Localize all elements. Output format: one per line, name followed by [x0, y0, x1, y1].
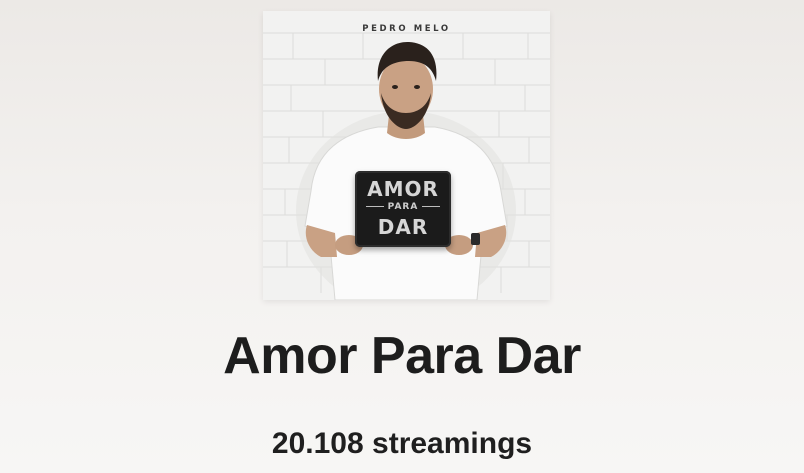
cover-chalkboard-sign: AMOR PARA DAR	[355, 171, 451, 247]
album-title: Amor Para Dar	[223, 327, 581, 385]
stream-count: 20.108 streamings	[271, 427, 533, 460]
album-cover[interactable]: PEDRO MELO AMOR PARA DAR	[263, 11, 550, 300]
cover-sign-word: DAR	[377, 215, 429, 239]
cover-sign-word: AMOR	[367, 177, 439, 201]
cover-sign-word: PARA	[355, 202, 451, 212]
cover-artist-name: PEDRO MELO	[362, 24, 451, 34]
album-cover-art	[263, 11, 550, 300]
